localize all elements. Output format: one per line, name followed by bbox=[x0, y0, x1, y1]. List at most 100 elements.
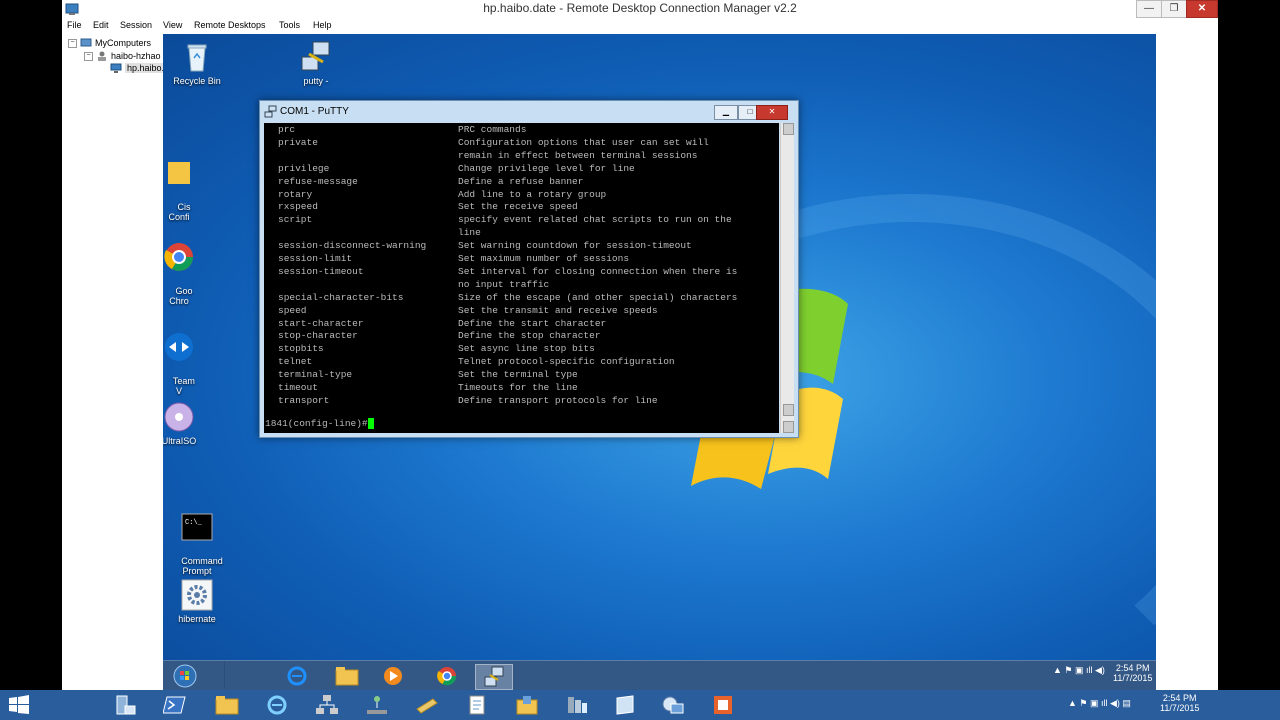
command-description: Define the start character bbox=[458, 317, 607, 329]
menu-session[interactable]: Session bbox=[120, 20, 152, 30]
ultraiso-icon bbox=[164, 402, 194, 432]
putty-icon bbox=[484, 666, 504, 687]
collapse-icon[interactable]: − bbox=[68, 38, 77, 48]
command-name: rxspeed bbox=[278, 201, 318, 213]
local-taskbar-folder-tools[interactable] bbox=[512, 692, 542, 718]
command-description: Set the terminal type bbox=[458, 369, 578, 381]
cisco-config-icon bbox=[168, 162, 190, 184]
local-taskbar-notepad[interactable] bbox=[462, 692, 492, 718]
remote-clock[interactable]: 2:54 PM 11/7/2015 bbox=[1113, 663, 1152, 683]
local-taskbar-ie[interactable] bbox=[262, 692, 292, 718]
local-taskbar-tablet[interactable] bbox=[610, 692, 640, 718]
desktop-icon-label: hibernate bbox=[178, 614, 216, 624]
local-date: 11/7/2015 bbox=[1160, 703, 1200, 713]
remote-taskbar-media-player[interactable] bbox=[375, 664, 411, 688]
remote-tray-icons[interactable]: ▲ ⚑ ▣ ıll ◀) bbox=[1053, 665, 1105, 676]
tree-node-group[interactable]: − haibo-hzhao bbox=[84, 51, 161, 61]
command-description: Set interval for closing connection when… bbox=[458, 265, 738, 277]
remote-taskbar: ▲ ⚑ ▣ ıll ◀) 2:54 PM 11/7/2015 bbox=[163, 660, 1156, 691]
desktop-icon-teamviewer[interactable]: Team V bbox=[163, 310, 211, 406]
remote-time: 2:54 PM bbox=[1115, 663, 1150, 673]
terminal-scrollbar[interactable] bbox=[780, 123, 794, 433]
command-name: telnet bbox=[278, 356, 313, 368]
scroll-up-arrow[interactable] bbox=[783, 123, 794, 135]
desktop-icon-ultraiso[interactable]: UltraISO bbox=[163, 400, 211, 446]
svg-text:C:\_: C:\_ bbox=[185, 519, 203, 527]
putty-icon bbox=[301, 41, 330, 71]
teamviewer-icon bbox=[165, 333, 193, 361]
menu-view[interactable]: View bbox=[163, 20, 182, 30]
command-name: privilege bbox=[278, 162, 330, 174]
close-button[interactable]: ✕ bbox=[1186, 0, 1218, 18]
remote-taskbar-explorer[interactable] bbox=[329, 664, 365, 688]
network-share-icon bbox=[367, 696, 387, 714]
scroll-thumb[interactable] bbox=[783, 404, 794, 416]
chrome-icon bbox=[437, 667, 457, 686]
local-tray-icons[interactable]: ▲ ⚑ ▣ ıll ◀) ▤ bbox=[1068, 698, 1131, 709]
putty-minimize-button[interactable]: ▁ bbox=[714, 105, 738, 120]
local-taskbar-rdcman[interactable] bbox=[658, 692, 688, 718]
network-icon bbox=[316, 695, 338, 714]
local-taskbar-office[interactable] bbox=[708, 692, 738, 718]
menu-file[interactable]: File bbox=[67, 20, 82, 30]
command-description: Set warning countdown for session-timeou… bbox=[458, 240, 692, 252]
desktop-icon-label: Goo Chro bbox=[169, 286, 193, 306]
command-description: Telnet protocol-specific configuration bbox=[458, 356, 675, 368]
command-description: Add line to a rotary group bbox=[458, 188, 607, 200]
terminal-prompt[interactable]: 1841(config-line)# bbox=[265, 418, 374, 429]
local-taskbar-explorer[interactable] bbox=[212, 692, 242, 718]
desktop-icon-recycle-bin[interactable]: Recycle Bin bbox=[165, 40, 229, 86]
desktop-icon-hibernate[interactable]: hibernate bbox=[165, 578, 229, 624]
command-name: speed bbox=[278, 304, 307, 316]
command-name: transport bbox=[278, 394, 330, 406]
remote-start-button[interactable] bbox=[167, 664, 203, 688]
putty-window[interactable]: COM1 - PuTTY ▁ □ ✕ prc PRC commands privat… bbox=[259, 100, 799, 438]
command-description: Define transport protocols for line bbox=[458, 394, 658, 406]
command-description: Set the transmit and receive speeds bbox=[458, 304, 658, 316]
local-taskbar-network-share[interactable] bbox=[362, 692, 392, 718]
window-title: hp.haibo.date - Remote Desktop Connectio… bbox=[483, 1, 797, 15]
menu-edit[interactable]: Edit bbox=[93, 20, 109, 30]
chrome-icon bbox=[164, 243, 193, 271]
local-taskbar-sql[interactable] bbox=[562, 692, 592, 718]
media-player-icon bbox=[384, 667, 402, 685]
desktop-icon-cisco-config[interactable]: Cis Confi bbox=[163, 136, 211, 232]
local-taskbar-network[interactable] bbox=[312, 692, 342, 718]
local-taskbar-server-manager[interactable] bbox=[110, 692, 140, 718]
file-explorer-icon bbox=[215, 696, 239, 715]
command-name: rotary bbox=[278, 188, 313, 200]
desktop-icon-chrome[interactable]: Goo Chro bbox=[163, 220, 211, 316]
menu-bar: File Edit Session View Remote Desktops T… bbox=[62, 18, 1218, 34]
internet-explorer-icon bbox=[267, 695, 287, 715]
scroll-down-arrow[interactable] bbox=[783, 421, 794, 433]
desktop-icon-putty[interactable]: putty - bbox=[284, 40, 348, 86]
minimize-button[interactable]: — bbox=[1136, 0, 1162, 18]
putty-title: COM1 - PuTTY bbox=[280, 106, 349, 117]
remote-taskbar-putty[interactable] bbox=[475, 664, 513, 690]
local-clock[interactable]: 2:54 PM 11/7/2015 bbox=[1160, 693, 1199, 713]
tree-node-root[interactable]: − MyComputers bbox=[68, 38, 151, 48]
command-name: special-character-bits bbox=[278, 291, 404, 303]
command-description: Set async line stop bits bbox=[458, 343, 595, 355]
remote-taskbar-chrome[interactable] bbox=[429, 664, 465, 688]
gear-icon bbox=[181, 579, 213, 611]
title-bar[interactable]: hp.haibo.date - Remote Desktop Connectio… bbox=[62, 0, 1218, 18]
remote-taskbar-ie[interactable] bbox=[279, 664, 315, 688]
remote-desktop[interactable]: Recycle Bin putty - Cis Confi Goo Chro T… bbox=[163, 34, 1156, 660]
desktop-icon-command-prompt[interactable]: C:\_ Command Prompt bbox=[165, 490, 229, 586]
command-name: terminal-type bbox=[278, 369, 353, 381]
menu-tools[interactable]: Tools bbox=[279, 20, 300, 30]
collapse-icon[interactable]: − bbox=[84, 51, 93, 61]
terminal-output[interactable]: prc PRC commands private Configuration opti… bbox=[264, 123, 779, 433]
desktop-icon-label: Recycle Bin bbox=[173, 76, 221, 86]
command-name: stop-character bbox=[278, 330, 358, 342]
command-name: session-limit bbox=[278, 253, 353, 264]
menu-remote-desktops[interactable]: Remote Desktops bbox=[194, 20, 266, 30]
command-description: no input traffic bbox=[458, 278, 550, 290]
local-taskbar-folder[interactable] bbox=[412, 692, 442, 718]
putty-close-button[interactable]: ✕ bbox=[756, 105, 788, 120]
windows-start-icon[interactable] bbox=[8, 695, 30, 715]
menu-help[interactable]: Help bbox=[313, 20, 332, 30]
maximize-button[interactable]: ❐ bbox=[1161, 0, 1187, 18]
local-taskbar-powershell[interactable] bbox=[160, 692, 190, 718]
